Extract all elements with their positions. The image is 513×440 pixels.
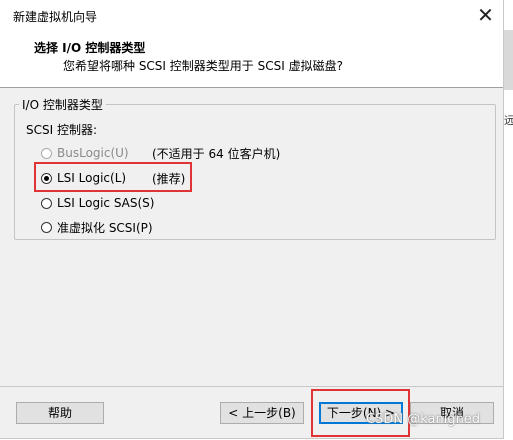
wizard-header: 选择 I/O 控制器类型 您希望将哪种 SCSI 控制器类型用于 SCSI 虚拟… [0,31,503,88]
title-bar: 新建虚拟机向导 ✕ [0,0,503,31]
new-vm-wizard-dialog: 新建虚拟机向导 ✕ 选择 I/O 控制器类型 您希望将哪种 SCSI 控制器类型… [0,0,504,439]
radio-label-paravirtual-scsi: 准虚拟化 SCSI(P) [57,220,153,235]
radio-label-lsi-logic-sas: LSI Logic SAS(S) [57,196,155,210]
watermark-text: CSDN @kanigned [366,412,481,427]
buslogic-note: (不适用于 64 位客户机) [152,147,281,161]
radio-lsi-logic-sas[interactable]: LSI Logic SAS(S) [41,193,154,213]
groupbox-legend: I/O 控制器类型 [19,96,106,113]
page-title: 选择 I/O 控制器类型 [34,41,146,55]
radio-circle-paravirtual-scsi[interactable] [41,221,52,233]
close-icon[interactable]: ✕ [468,0,503,31]
help-button[interactable]: 帮助 [16,402,104,424]
back-button[interactable]: < 上一步(B) [220,402,304,424]
window-title: 新建虚拟机向导 [13,10,98,24]
radio-circle-buslogic[interactable] [41,147,52,159]
radio-circle-lsi-logic-sas[interactable] [41,197,52,209]
radio-label-buslogic: BusLogic(U) [57,146,129,160]
bottom-separator [0,386,503,387]
background-strip-block [504,30,513,90]
highlight-box-lsi-logic [34,162,192,192]
radio-paravirtual-scsi[interactable]: 准虚拟化 SCSI(P) [41,217,153,237]
background-strip-char: 远 [504,114,513,127]
scsi-controller-label: SCSI 控制器: [26,123,98,137]
page-subtitle: 您希望将哪种 SCSI 控制器类型用于 SCSI 虚拟磁盘? [63,59,343,73]
radio-buslogic[interactable]: BusLogic(U) [41,143,129,163]
